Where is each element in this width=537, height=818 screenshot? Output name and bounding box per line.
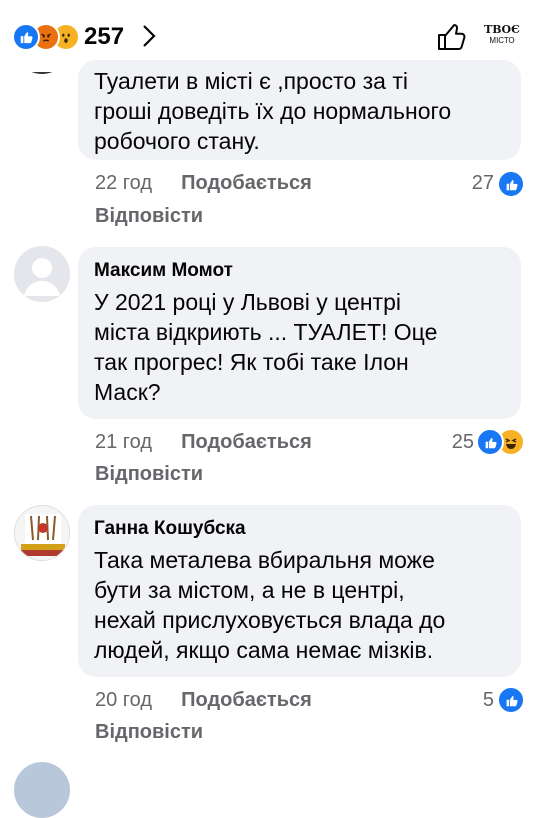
- like-button[interactable]: Подобається: [181, 689, 312, 711]
- comment-bubble: Туалети в місті є ,просто за ті гроші до…: [78, 60, 521, 160]
- comment-text: Туалети в місті є ,просто за ті гроші до…: [94, 68, 452, 154]
- avatar[interactable]: [14, 762, 70, 818]
- comment-bubble: Ганна Кошубска Така металева вбиральня м…: [78, 505, 521, 677]
- default-avatar-icon: [14, 246, 70, 302]
- comment-bubble: Максим Момот У 2021 році у Львові у цент…: [78, 247, 521, 419]
- comment-meta: 22 год Подобається: [95, 172, 312, 195]
- like-outline-icon[interactable]: [436, 21, 468, 53]
- comment-reaction-count[interactable]: 27: [460, 172, 494, 195]
- reply-button[interactable]: Відповісти: [95, 463, 203, 486]
- comment-meta: 21 год Подобається: [95, 431, 312, 454]
- profile-photo-icon: [15, 506, 69, 560]
- reaction-count[interactable]: 257: [84, 23, 124, 51]
- reaction-summary[interactable]: [12, 22, 80, 52]
- like-icon: [497, 686, 525, 714]
- comment-time[interactable]: 20 год: [95, 689, 152, 711]
- like-button[interactable]: Подобається: [181, 172, 312, 194]
- comment-time[interactable]: 21 год: [95, 431, 152, 453]
- comment-author[interactable]: Максим Момот: [94, 259, 505, 283]
- comment-author[interactable]: Ганна Кошубска: [94, 517, 505, 541]
- like-icon: [497, 170, 525, 198]
- avatar[interactable]: [14, 505, 70, 561]
- chevron-right-icon[interactable]: [142, 24, 156, 48]
- comment-text: Така металева вбиральня може бути за міс…: [94, 547, 446, 663]
- comment-reaction-count[interactable]: 5: [460, 689, 494, 712]
- comment-text: У 2021 році у Львові у центрі міста відк…: [94, 289, 438, 405]
- comment-reaction-count[interactable]: 25: [440, 431, 474, 454]
- brand-logo: ТВОЄ МІСТО: [484, 23, 520, 46]
- like-icon: [12, 23, 40, 51]
- comment-time[interactable]: 22 год: [95, 172, 152, 194]
- comment-meta: 20 год Подобається: [95, 689, 312, 712]
- reply-button[interactable]: Відповісти: [95, 205, 203, 228]
- like-icon: [476, 428, 504, 456]
- avatar[interactable]: [14, 246, 70, 302]
- like-button[interactable]: Подобається: [181, 431, 312, 453]
- reply-button[interactable]: Відповісти: [95, 721, 203, 744]
